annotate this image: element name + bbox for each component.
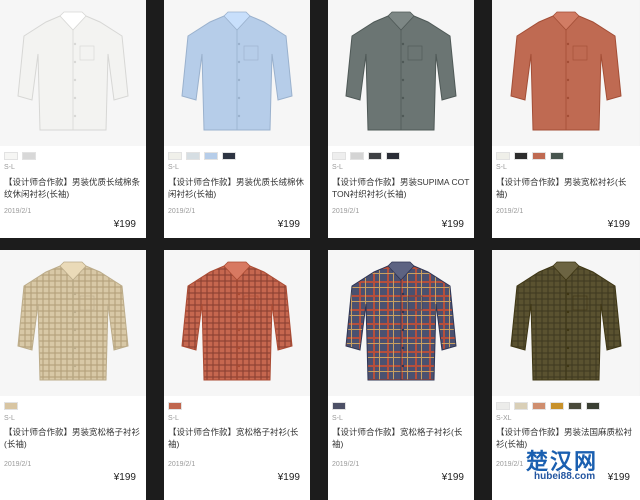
product-card[interactable]: S-L 【设计师合作款】男装宽松衬衫(长袖) 2019/2/1 ¥199 bbox=[492, 0, 640, 238]
color-swatches bbox=[332, 152, 400, 160]
product-name[interactable]: 【设计师合作款】男装SUPIMA COTTON衬织衬衫(长袖) bbox=[332, 176, 472, 200]
color-swatch[interactable] bbox=[332, 402, 346, 410]
product-card[interactable]: S-L 【设计师合作款】男装宽松格子衬衫(长袖) 2019/2/1 ¥199 bbox=[0, 250, 146, 500]
color-swatch[interactable] bbox=[204, 152, 218, 160]
product-price: ¥199 bbox=[441, 472, 464, 483]
watermark-url: hubei88.com bbox=[534, 471, 596, 482]
product-image[interactable] bbox=[328, 250, 474, 396]
color-swatch[interactable] bbox=[386, 152, 400, 160]
product-price: ¥199 bbox=[441, 219, 464, 230]
product-price: ¥199 bbox=[277, 472, 300, 483]
color-swatch[interactable] bbox=[514, 152, 528, 160]
color-swatch[interactable] bbox=[168, 402, 182, 410]
color-swatch[interactable] bbox=[586, 402, 600, 410]
release-date: 2019/2/1 bbox=[496, 208, 524, 215]
release-date: 2019/2/1 bbox=[332, 208, 360, 215]
color-swatch[interactable] bbox=[550, 402, 564, 410]
release-date: 2019/2/1 bbox=[168, 208, 196, 215]
product-name[interactable]: 【设计师合作款】男装宽松格子衬衫(长袖) bbox=[4, 426, 144, 450]
color-swatch[interactable] bbox=[496, 402, 510, 410]
color-swatch[interactable] bbox=[368, 152, 382, 160]
site-watermark: 楚汉网 hubei88.com bbox=[494, 444, 640, 488]
product-price: ¥199 bbox=[113, 472, 136, 483]
product-price: ¥199 bbox=[607, 219, 630, 230]
shirt-image bbox=[0, 0, 146, 146]
color-swatches bbox=[496, 152, 564, 160]
color-swatch[interactable] bbox=[4, 402, 18, 410]
color-swatch[interactable] bbox=[168, 152, 182, 160]
shirt-image bbox=[164, 0, 310, 146]
color-swatch[interactable] bbox=[514, 402, 528, 410]
color-swatch[interactable] bbox=[22, 152, 36, 160]
color-swatch[interactable] bbox=[350, 152, 364, 160]
product-image[interactable] bbox=[164, 250, 310, 396]
size-range: S-L bbox=[168, 164, 179, 171]
color-swatches bbox=[4, 402, 18, 410]
product-grid: S-L 【设计师合作款】男装优质长绒棉条纹休闲衬衫(长袖) 2019/2/1 ¥… bbox=[0, 0, 640, 500]
shirt-image bbox=[328, 0, 474, 146]
size-range: S-L bbox=[332, 164, 343, 171]
color-swatch[interactable] bbox=[222, 152, 236, 160]
product-image[interactable] bbox=[0, 250, 146, 396]
product-card[interactable]: S-L 【设计师合作款】男装优质长绒棉休闲衬衫(长袖) 2019/2/1 ¥19… bbox=[164, 0, 310, 238]
shirt-image bbox=[493, 250, 639, 396]
product-image[interactable] bbox=[492, 0, 640, 146]
product-price: ¥199 bbox=[277, 219, 300, 230]
color-swatches bbox=[168, 152, 236, 160]
size-range: S-L bbox=[4, 164, 15, 171]
product-name[interactable]: 【设计师合作款】男装宽松衬衫(长袖) bbox=[496, 176, 636, 200]
color-swatch[interactable] bbox=[532, 402, 546, 410]
product-name[interactable]: 【设计师合作款】男装优质长绒棉休闲衬衫(长袖) bbox=[168, 176, 308, 200]
shirt-image bbox=[164, 250, 310, 396]
size-range: S-L bbox=[332, 415, 343, 422]
release-date: 2019/2/1 bbox=[168, 461, 196, 468]
product-image[interactable] bbox=[328, 0, 474, 146]
color-swatch[interactable] bbox=[4, 152, 18, 160]
size-range: S-L bbox=[4, 415, 15, 422]
release-date: 2019/2/1 bbox=[4, 461, 32, 468]
color-swatch[interactable] bbox=[532, 152, 546, 160]
product-image[interactable] bbox=[0, 0, 146, 146]
product-card[interactable]: S-L 【设计师合作款】宽松格子衬衫(长袖) 2019/2/1 ¥199 bbox=[164, 250, 310, 500]
color-swatch[interactable] bbox=[496, 152, 510, 160]
size-range: S-XL bbox=[496, 415, 512, 422]
release-date: 2019/2/1 bbox=[4, 208, 32, 215]
color-swatches bbox=[168, 402, 182, 410]
product-name[interactable]: 【设计师合作款】宽松格子衬衫(长袖) bbox=[332, 426, 472, 450]
product-image[interactable] bbox=[492, 250, 640, 396]
size-range: S-L bbox=[496, 164, 507, 171]
shirt-image bbox=[0, 250, 146, 396]
color-swatch[interactable] bbox=[550, 152, 564, 160]
product-card[interactable]: S-L 【设计师合作款】男装优质长绒棉条纹休闲衬衫(长袖) 2019/2/1 ¥… bbox=[0, 0, 146, 238]
color-swatches bbox=[496, 402, 600, 410]
release-date: 2019/2/1 bbox=[332, 461, 360, 468]
product-card[interactable]: S-L 【设计师合作款】男装SUPIMA COTTON衬织衬衫(长袖) 2019… bbox=[328, 0, 474, 238]
product-price: ¥199 bbox=[113, 219, 136, 230]
color-swatch[interactable] bbox=[332, 152, 346, 160]
shirt-image bbox=[493, 0, 639, 146]
product-card[interactable]: S-L 【设计师合作款】宽松格子衬衫(长袖) 2019/2/1 ¥199 bbox=[328, 250, 474, 500]
color-swatches bbox=[4, 152, 36, 160]
color-swatch[interactable] bbox=[186, 152, 200, 160]
product-image[interactable] bbox=[164, 0, 310, 146]
color-swatch[interactable] bbox=[568, 402, 582, 410]
size-range: S-L bbox=[168, 415, 179, 422]
product-name[interactable]: 【设计师合作款】宽松格子衬衫(长袖) bbox=[168, 426, 308, 450]
shirt-image bbox=[328, 250, 474, 396]
color-swatches bbox=[332, 402, 346, 410]
product-name[interactable]: 【设计师合作款】男装优质长绒棉条纹休闲衬衫(长袖) bbox=[4, 176, 144, 200]
